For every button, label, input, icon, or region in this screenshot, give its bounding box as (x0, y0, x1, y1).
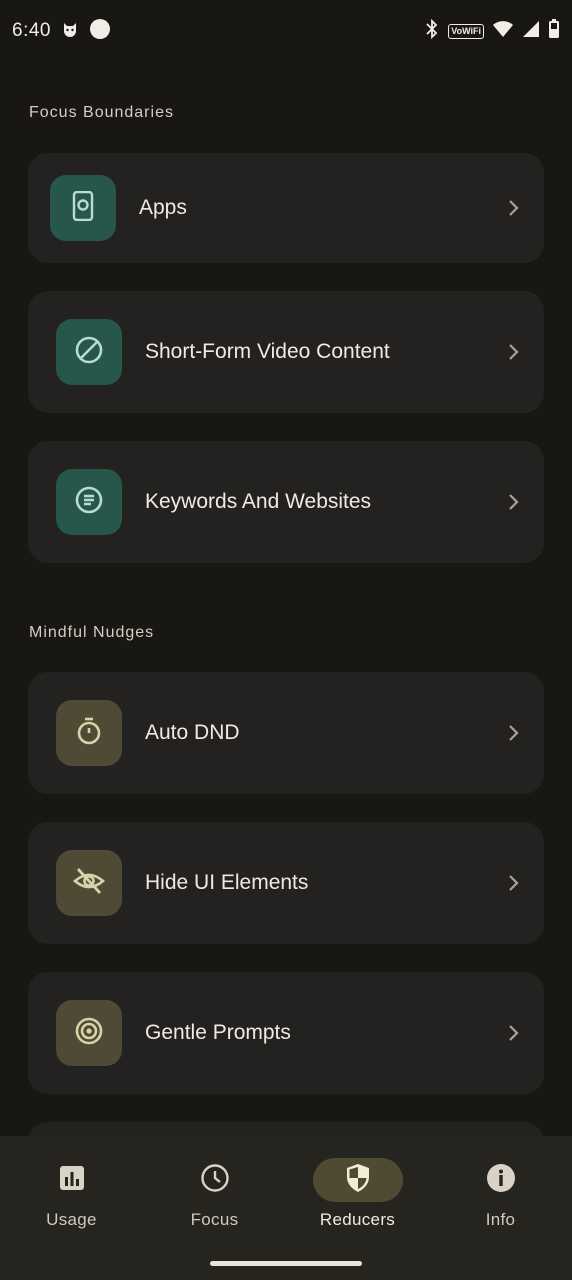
bluetooth-icon (424, 18, 440, 44)
auto-dnd-tile (56, 700, 122, 766)
text-icon (74, 485, 104, 520)
phone-icon (70, 190, 96, 226)
nav-label-usage: Usage (46, 1210, 97, 1229)
bar-chart-icon (59, 1165, 85, 1196)
eye-off-icon (73, 866, 105, 901)
nav-pill-reducers (312, 1158, 403, 1202)
card-label-apps: Apps (139, 196, 187, 219)
section-title-focus-boundaries: Focus Boundaries (29, 104, 174, 121)
signal-icon (522, 20, 540, 43)
card-label-auto-dnd: Auto DND (145, 721, 240, 744)
timer-icon (74, 716, 104, 751)
card-gentle-prompts[interactable]: Gentle Prompts (28, 972, 544, 1094)
chevron-right-icon (506, 342, 520, 362)
block-icon (74, 335, 104, 370)
status-time: 6:40 (12, 20, 51, 41)
hide-ui-tile (56, 850, 122, 916)
keywords-tile (56, 469, 122, 535)
battery-icon (548, 18, 560, 44)
nav-pill-usage (27, 1158, 117, 1202)
nav-item-focus[interactable]: Focus (143, 1136, 286, 1280)
chevron-right-icon (506, 492, 520, 512)
nav-pill-info (456, 1158, 546, 1202)
section-title-mindful-nudges: Mindful Nudges (29, 624, 155, 641)
status-bar: 6:40 VoWiFi (0, 0, 572, 62)
info-icon (486, 1163, 516, 1198)
card-auto-dnd[interactable]: Auto DND (28, 672, 544, 794)
clock-icon (200, 1163, 230, 1198)
bottom-navigation: Usage Focus Reducers Info (0, 1136, 572, 1280)
card-label-gentle-prompts: Gentle Prompts (145, 1021, 291, 1044)
card-keywords-websites[interactable]: Keywords And Websites (28, 441, 544, 563)
nav-item-info[interactable]: Info (429, 1136, 572, 1280)
short-form-tile (56, 319, 122, 385)
home-indicator[interactable] (210, 1261, 362, 1266)
apps-tile (50, 175, 116, 241)
shield-icon (345, 1163, 371, 1198)
nav-item-usage[interactable]: Usage (0, 1136, 143, 1280)
gentle-prompts-tile (56, 1000, 122, 1066)
card-label-keywords: Keywords And Websites (145, 490, 372, 513)
chevron-right-icon (506, 723, 520, 743)
vowifi-icon: VoWiFi (448, 23, 484, 39)
card-label-short-form: Short-Form Video Content (145, 340, 390, 363)
nav-item-reducers[interactable]: Reducers (286, 1136, 429, 1280)
wifi-icon (492, 20, 514, 43)
chevron-right-icon (506, 1023, 520, 1043)
nav-label-focus: Focus (190, 1210, 239, 1229)
chevron-right-icon (506, 198, 520, 218)
card-apps[interactable]: Apps (28, 153, 544, 263)
card-label-hide-ui: Hide UI Elements (145, 871, 309, 894)
cat-icon (61, 20, 79, 43)
circle-icon (89, 18, 111, 45)
card-short-form-video[interactable]: Short-Form Video Content (28, 291, 544, 413)
nav-pill-focus (170, 1158, 260, 1202)
nav-label-reducers: Reducers (319, 1210, 396, 1229)
chevron-right-icon (506, 873, 520, 893)
nav-label-info: Info (485, 1210, 516, 1229)
card-hide-ui-elements[interactable]: Hide UI Elements (28, 822, 544, 944)
target-icon (74, 1016, 104, 1051)
